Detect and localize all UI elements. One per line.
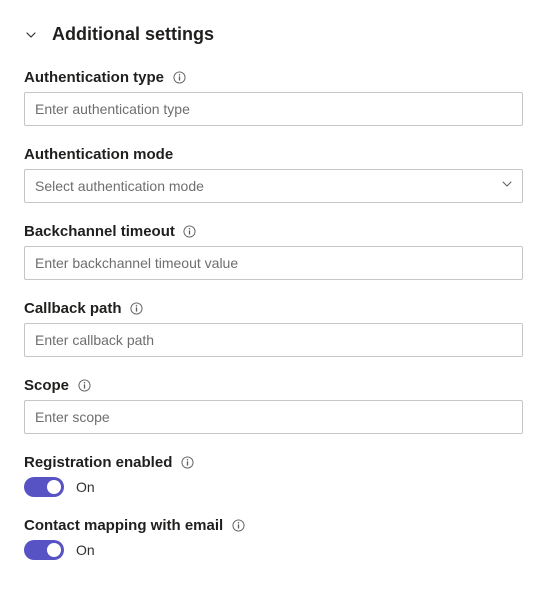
field-callback-path: Callback path <box>24 300 523 357</box>
toggle-knob <box>47 480 61 494</box>
info-icon[interactable] <box>231 519 245 533</box>
toggle-state-label: On <box>76 479 95 495</box>
field-label: Registration enabled <box>24 454 172 471</box>
field-label-row: Contact mapping with email <box>24 517 523 534</box>
info-icon[interactable] <box>130 302 144 316</box>
section-header[interactable]: Additional settings <box>24 24 523 45</box>
field-authentication-mode: Authentication mode Select authenticatio… <box>24 146 523 203</box>
field-label-row: Authentication mode <box>24 146 523 163</box>
field-label-row: Registration enabled <box>24 454 523 471</box>
field-contact-mapping: Contact mapping with email On <box>24 517 523 560</box>
field-backchannel-timeout: Backchannel timeout <box>24 223 523 280</box>
scope-input[interactable] <box>24 400 523 434</box>
field-label: Authentication mode <box>24 146 173 163</box>
section-title: Additional settings <box>52 24 214 45</box>
toggle-knob <box>47 543 61 557</box>
field-scope: Scope <box>24 377 523 434</box>
toggle-row: On <box>24 477 523 497</box>
contact-mapping-toggle[interactable] <box>24 540 64 560</box>
field-label-row: Callback path <box>24 300 523 317</box>
backchannel-timeout-input[interactable] <box>24 246 523 280</box>
field-registration-enabled: Registration enabled On <box>24 454 523 497</box>
field-label-row: Authentication type <box>24 69 523 86</box>
registration-enabled-toggle[interactable] <box>24 477 64 497</box>
toggle-state-label: On <box>76 542 95 558</box>
field-label: Contact mapping with email <box>24 517 223 534</box>
field-label: Scope <box>24 377 69 394</box>
toggle-row: On <box>24 540 523 560</box>
info-icon[interactable] <box>180 456 194 470</box>
authentication-mode-select[interactable]: Select authentication mode <box>24 169 523 203</box>
field-label-row: Backchannel timeout <box>24 223 523 240</box>
callback-path-input[interactable] <box>24 323 523 357</box>
field-label-row: Scope <box>24 377 523 394</box>
field-authentication-type: Authentication type <box>24 69 523 126</box>
field-label: Backchannel timeout <box>24 223 175 240</box>
chevron-down-icon <box>24 28 38 42</box>
authentication-type-input[interactable] <box>24 92 523 126</box>
select-display: Select authentication mode <box>24 169 523 203</box>
field-label: Authentication type <box>24 69 164 86</box>
info-icon[interactable] <box>183 225 197 239</box>
info-icon[interactable] <box>77 379 91 393</box>
field-label: Callback path <box>24 300 122 317</box>
info-icon[interactable] <box>172 71 186 85</box>
